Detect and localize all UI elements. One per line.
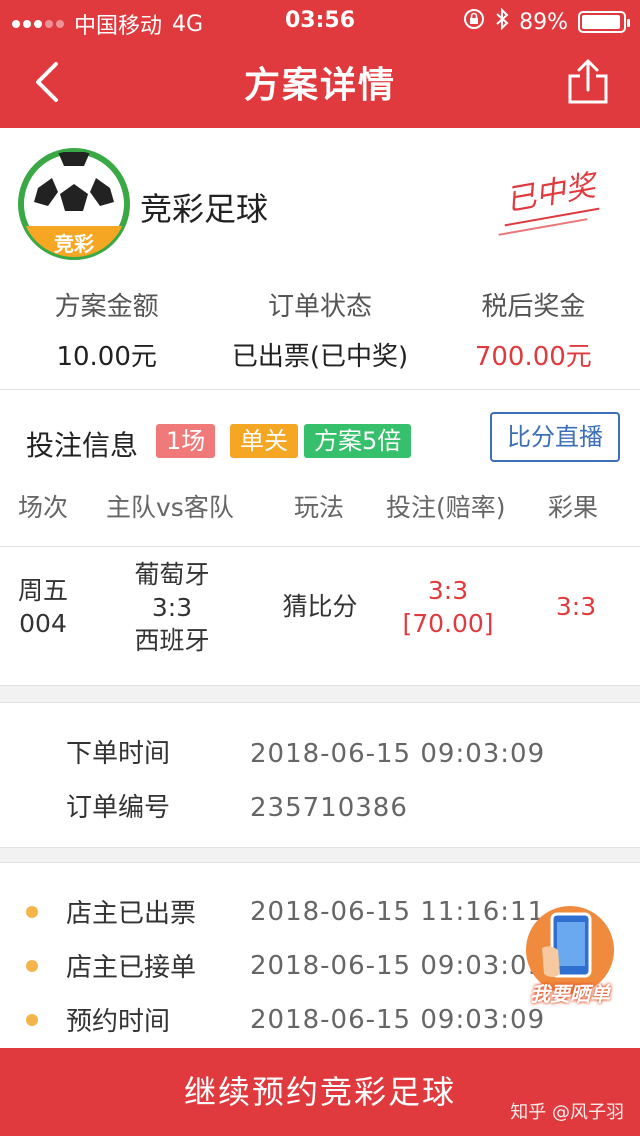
column-header: 玩法 xyxy=(294,493,345,522)
bluetooth-icon xyxy=(495,7,509,36)
bet-info-title: 投注信息 xyxy=(26,429,139,462)
order-value: 2018-06-15 09:03:09 xyxy=(250,739,546,769)
divider xyxy=(0,546,640,547)
orientation-lock-icon xyxy=(463,8,485,36)
session-day: 周五 xyxy=(17,576,68,605)
timeline-item: 预约时间 2018-06-15 09:03:09 xyxy=(26,1001,545,1038)
home-team: 葡萄牙 xyxy=(134,560,210,589)
timeline-dot-icon xyxy=(26,905,38,918)
order-value: 235710386 xyxy=(250,793,408,823)
lottery-name: 竞彩足球 xyxy=(140,190,269,228)
tag-multiplier: 方案5倍 xyxy=(304,424,412,458)
order-label: 下单时间 xyxy=(66,739,171,769)
order-info-card: 下单时间 2018-06-15 09:03:09 订单编号 235710386 xyxy=(0,702,640,848)
away-team: 西班牙 xyxy=(134,626,210,655)
bet-pick: 3:3 xyxy=(427,576,469,605)
stamp-underline xyxy=(498,218,588,236)
live-score-button[interactable]: 比分直播 xyxy=(490,412,620,462)
battery-icon xyxy=(578,11,630,33)
winning-stamp: 已中奖 xyxy=(490,168,610,238)
plan-summary-card: 竞彩 竞彩足球 已中奖 方案金额 10.00元 订单状态 已出票(已中奖) 税后… xyxy=(0,128,640,390)
cell-result: 3:3 xyxy=(555,592,597,621)
summary-row: 方案金额 10.00元 订单状态 已出票(已中奖) 税后奖金 700.00元 xyxy=(0,286,640,373)
summary-amount: 方案金额 10.00元 xyxy=(0,286,213,373)
app-header: 中国移动 4G 03:56 89% 方案详情 xyxy=(0,0,640,128)
summary-label: 税后奖金 xyxy=(481,292,586,322)
timeline-dot-icon xyxy=(26,959,38,972)
cell-bet: 3:3 [70.00] xyxy=(388,574,508,640)
watermark: 知乎 @风子羽 xyxy=(510,1102,624,1123)
table-row: 周五 004 葡萄牙 3:3 西班牙 猜比分 3:3 [70.00] 3:3 xyxy=(0,558,640,670)
timeline-label: 预约时间 xyxy=(66,1007,171,1037)
tag-single: 单关 xyxy=(230,424,298,458)
tag-matches: 1场 xyxy=(156,424,216,458)
timeline-item: 店主已接单 2018-06-15 09:03:09 xyxy=(26,947,545,984)
share-order-label[interactable]: 我要晒单 xyxy=(514,978,626,1007)
timeline-label: 店主已接单 xyxy=(66,953,197,983)
table-header: 场次 主队vs客队 玩法 投注(赔率) 彩果 xyxy=(0,488,640,544)
bet-odds: [70.00] xyxy=(402,609,494,638)
timeline-label: 店主已出票 xyxy=(66,899,197,929)
timeline-value: 2018-06-15 09:03:09 xyxy=(250,1004,546,1035)
timeline-item: 店主已出票 2018-06-15 11:16:11 xyxy=(26,893,545,930)
order-label: 订单编号 xyxy=(66,793,171,823)
order-time-row: 下单时间 2018-06-15 09:03:09 xyxy=(66,733,545,770)
order-number-row: 订单编号 235710386 xyxy=(66,787,408,824)
summary-value: 700.00元 xyxy=(474,342,592,372)
bottom-action-bar: 继续预约竞彩足球 知乎 @风子羽 xyxy=(0,1048,640,1136)
timeline-dot-icon xyxy=(26,1013,38,1026)
cell-play: 猜比分 xyxy=(282,592,358,621)
summary-status: 订单状态 已出票(已中奖) xyxy=(213,286,426,373)
football-logo: 竞彩 xyxy=(18,148,130,260)
column-header: 投注(赔率) xyxy=(386,493,506,522)
summary-value: 已出票(已中奖) xyxy=(231,342,409,372)
logo-badge-text: 竞彩 xyxy=(54,232,94,256)
cell-teams: 葡萄牙 3:3 西班牙 xyxy=(112,558,232,657)
timeline-value: 2018-06-15 09:03:09 xyxy=(250,950,546,981)
stamp-text: 已中奖 xyxy=(503,168,598,219)
column-header: 彩果 xyxy=(548,493,599,522)
match-score: 3:3 xyxy=(151,593,193,622)
cell-session: 周五 004 xyxy=(10,574,76,640)
status-right: 89% xyxy=(463,7,630,36)
status-bar: 中国移动 4G 03:56 89% xyxy=(0,0,640,40)
summary-label: 订单状态 xyxy=(267,292,372,322)
share-icon xyxy=(568,59,608,104)
battery-percent: 89% xyxy=(519,9,568,35)
summary-label: 方案金额 xyxy=(54,292,159,322)
share-button[interactable] xyxy=(566,58,610,106)
page-title: 方案详情 xyxy=(243,65,396,106)
bet-info-card: 投注信息 1场 单关 方案5倍 比分直播 场次 主队vs客队 玩法 投注(赔率)… xyxy=(0,390,640,686)
summary-value: 10.00元 xyxy=(56,342,157,372)
session-number: 004 xyxy=(19,609,67,638)
timeline-value: 2018-06-15 11:16:11 xyxy=(250,896,546,927)
column-header: 主队vs客队 xyxy=(106,493,234,522)
column-header: 场次 xyxy=(18,493,69,522)
summary-prize: 税后奖金 700.00元 xyxy=(427,286,640,373)
